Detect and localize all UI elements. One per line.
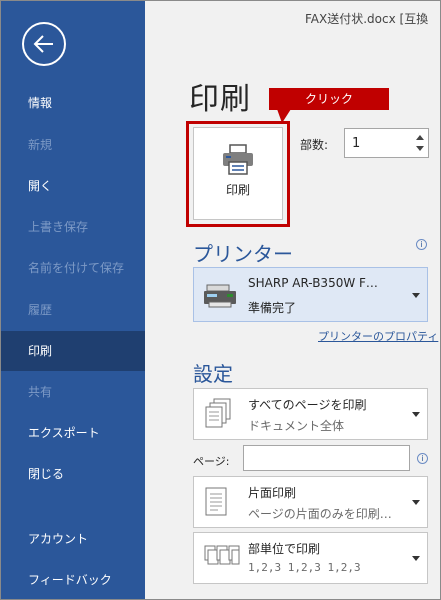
print-sides-select[interactable]: 片面印刷 ページの片面のみを印刷… — [193, 476, 428, 528]
sidebar-item-save-as[interactable]: 名前を付けて保存 — [0, 248, 145, 288]
printer-device-icon — [204, 284, 236, 308]
collate-description: 1,2,3 1,2,3 1,2,3 — [248, 561, 361, 574]
chevron-down-icon — [412, 412, 420, 417]
window-title: FAX送付状.docx [互換 — [305, 12, 429, 26]
sidebar-item-open[interactable]: 開く — [0, 166, 145, 206]
sidebar-item-share[interactable]: 共有 — [0, 372, 145, 412]
print-range-value: すべてのページを印刷 — [248, 398, 367, 412]
backstage-sidebar: 情報 新規 開く 上書き保存 名前を付けて保存 履歴 印刷 共有 エクスポート … — [0, 0, 145, 600]
print-range-select[interactable]: すべてのページを印刷 ドキュメント全体 — [193, 388, 428, 440]
copies-label: 部数: — [300, 138, 329, 152]
chevron-down-icon — [412, 500, 420, 505]
copies-decrement-icon[interactable] — [416, 146, 424, 151]
copies-stepper[interactable]: 1 — [344, 128, 429, 158]
sidebar-item-export[interactable]: エクスポート — [0, 413, 145, 453]
sidebar-item-close[interactable]: 閉じる — [0, 454, 145, 494]
page-title: 印刷 — [189, 82, 251, 117]
sidebar-item-new[interactable]: 新規 — [0, 125, 145, 165]
sidebar-item-feedback[interactable]: フィードバック — [0, 560, 145, 600]
sidebar-item-print[interactable]: 印刷 — [0, 331, 145, 371]
printer-name: SHARP AR-B350W F… — [248, 276, 378, 290]
click-callout: クリック — [269, 88, 389, 110]
print-sides-value: 片面印刷 — [248, 486, 297, 500]
sidebar-item-save[interactable]: 上書き保存 — [0, 207, 145, 247]
chevron-down-icon — [412, 556, 420, 561]
one-sided-icon — [205, 487, 227, 516]
collate-icon — [204, 545, 240, 565]
copies-increment-icon[interactable] — [416, 135, 424, 140]
copies-value: 1 — [352, 136, 361, 151]
sidebar-item-info[interactable]: 情報 — [0, 83, 145, 123]
sidebar-item-account[interactable]: アカウント — [0, 519, 145, 559]
collate-select[interactable]: 部単位で印刷 1,2,3 1,2,3 1,2,3 — [193, 532, 428, 584]
printer-status: 準備完了 — [248, 301, 297, 315]
printer-heading: プリンター — [193, 242, 293, 266]
settings-heading: 設定 — [193, 362, 233, 386]
printer-info-icon[interactable]: i — [416, 239, 427, 250]
collate-value: 部単位で印刷 — [248, 542, 321, 556]
back-arrow-icon — [33, 35, 53, 53]
pages-input[interactable] — [243, 445, 410, 471]
back-button[interactable] — [22, 22, 66, 66]
printer-select[interactable]: SHARP AR-B350W F… 準備完了 — [193, 267, 428, 322]
pages-info-icon[interactable]: i — [417, 453, 428, 464]
pages-label: ページ: — [193, 455, 230, 468]
print-pane: FAX送付状.docx [互換 印刷 クリック 印刷 部数: 1 プリンター i — [145, 0, 441, 600]
chevron-down-icon — [412, 293, 420, 298]
printer-properties-link[interactable]: プリンターのプロパティ — [318, 328, 438, 344]
sidebar-item-history[interactable]: 履歴 — [0, 290, 145, 330]
print-button[interactable]: 印刷 — [193, 127, 283, 220]
all-pages-icon — [205, 398, 231, 428]
print-range-description: ドキュメント全体 — [248, 419, 345, 433]
printer-icon — [223, 144, 253, 175]
print-sides-description: ページの片面のみを印刷… — [248, 507, 392, 521]
print-button-label: 印刷 — [225, 183, 250, 197]
